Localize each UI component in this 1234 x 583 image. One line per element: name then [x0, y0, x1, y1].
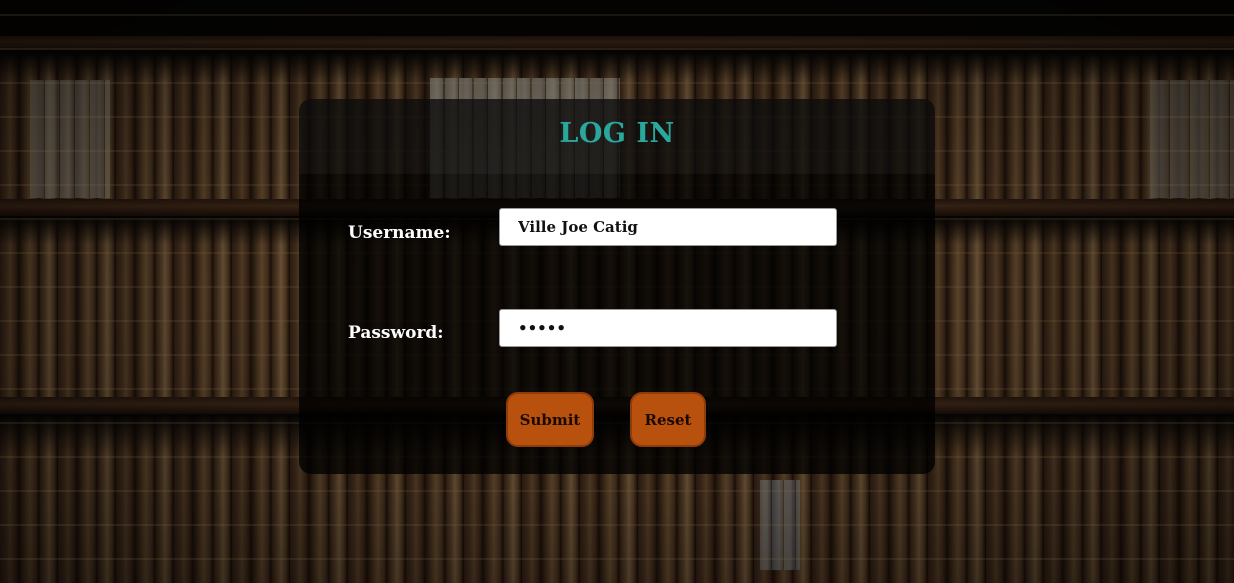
username-input[interactable]: [499, 208, 837, 246]
login-header: LOG IN: [299, 99, 935, 174]
login-form: LOG IN Username: Password: Submit Reset: [299, 99, 935, 474]
password-label: Password:: [348, 323, 444, 343]
submit-button[interactable]: Submit: [506, 392, 594, 447]
page-title: LOG IN: [559, 118, 675, 149]
reset-button[interactable]: Reset: [630, 392, 706, 447]
username-label: Username:: [348, 223, 451, 243]
password-input[interactable]: [499, 309, 837, 347]
